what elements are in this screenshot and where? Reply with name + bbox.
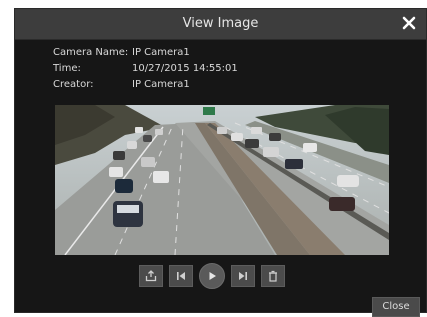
delete-icon bbox=[269, 270, 277, 282]
delete-button[interactable] bbox=[261, 265, 285, 287]
export-button[interactable] bbox=[139, 265, 163, 287]
image-viewer bbox=[55, 105, 389, 255]
previous-icon bbox=[177, 272, 185, 280]
export-icon bbox=[145, 270, 157, 282]
highway-snapshot-image bbox=[55, 105, 389, 255]
play-button[interactable] bbox=[199, 263, 225, 289]
play-icon bbox=[209, 272, 216, 280]
previous-button[interactable] bbox=[169, 265, 193, 287]
close-icon-glyph bbox=[402, 16, 416, 30]
title-bar: View Image bbox=[15, 9, 426, 40]
camera-name-value: IP Camera1 bbox=[132, 47, 190, 58]
camera-name-label: Camera Name: bbox=[53, 47, 129, 58]
dialog-title: View Image bbox=[182, 16, 259, 31]
time-label: Time: bbox=[53, 63, 81, 74]
time-value: 10/27/2015 14:55:01 bbox=[132, 63, 238, 74]
next-icon bbox=[239, 272, 247, 280]
close-button[interactable]: Close bbox=[372, 297, 420, 317]
view-image-dialog: View Image Camera Name: IP Camera1 Time:… bbox=[14, 8, 427, 317]
playback-controls bbox=[139, 263, 285, 289]
next-button[interactable] bbox=[231, 265, 255, 287]
creator-value: IP Camera1 bbox=[132, 79, 190, 90]
creator-label: Creator: bbox=[53, 79, 94, 90]
close-icon[interactable] bbox=[398, 12, 420, 34]
